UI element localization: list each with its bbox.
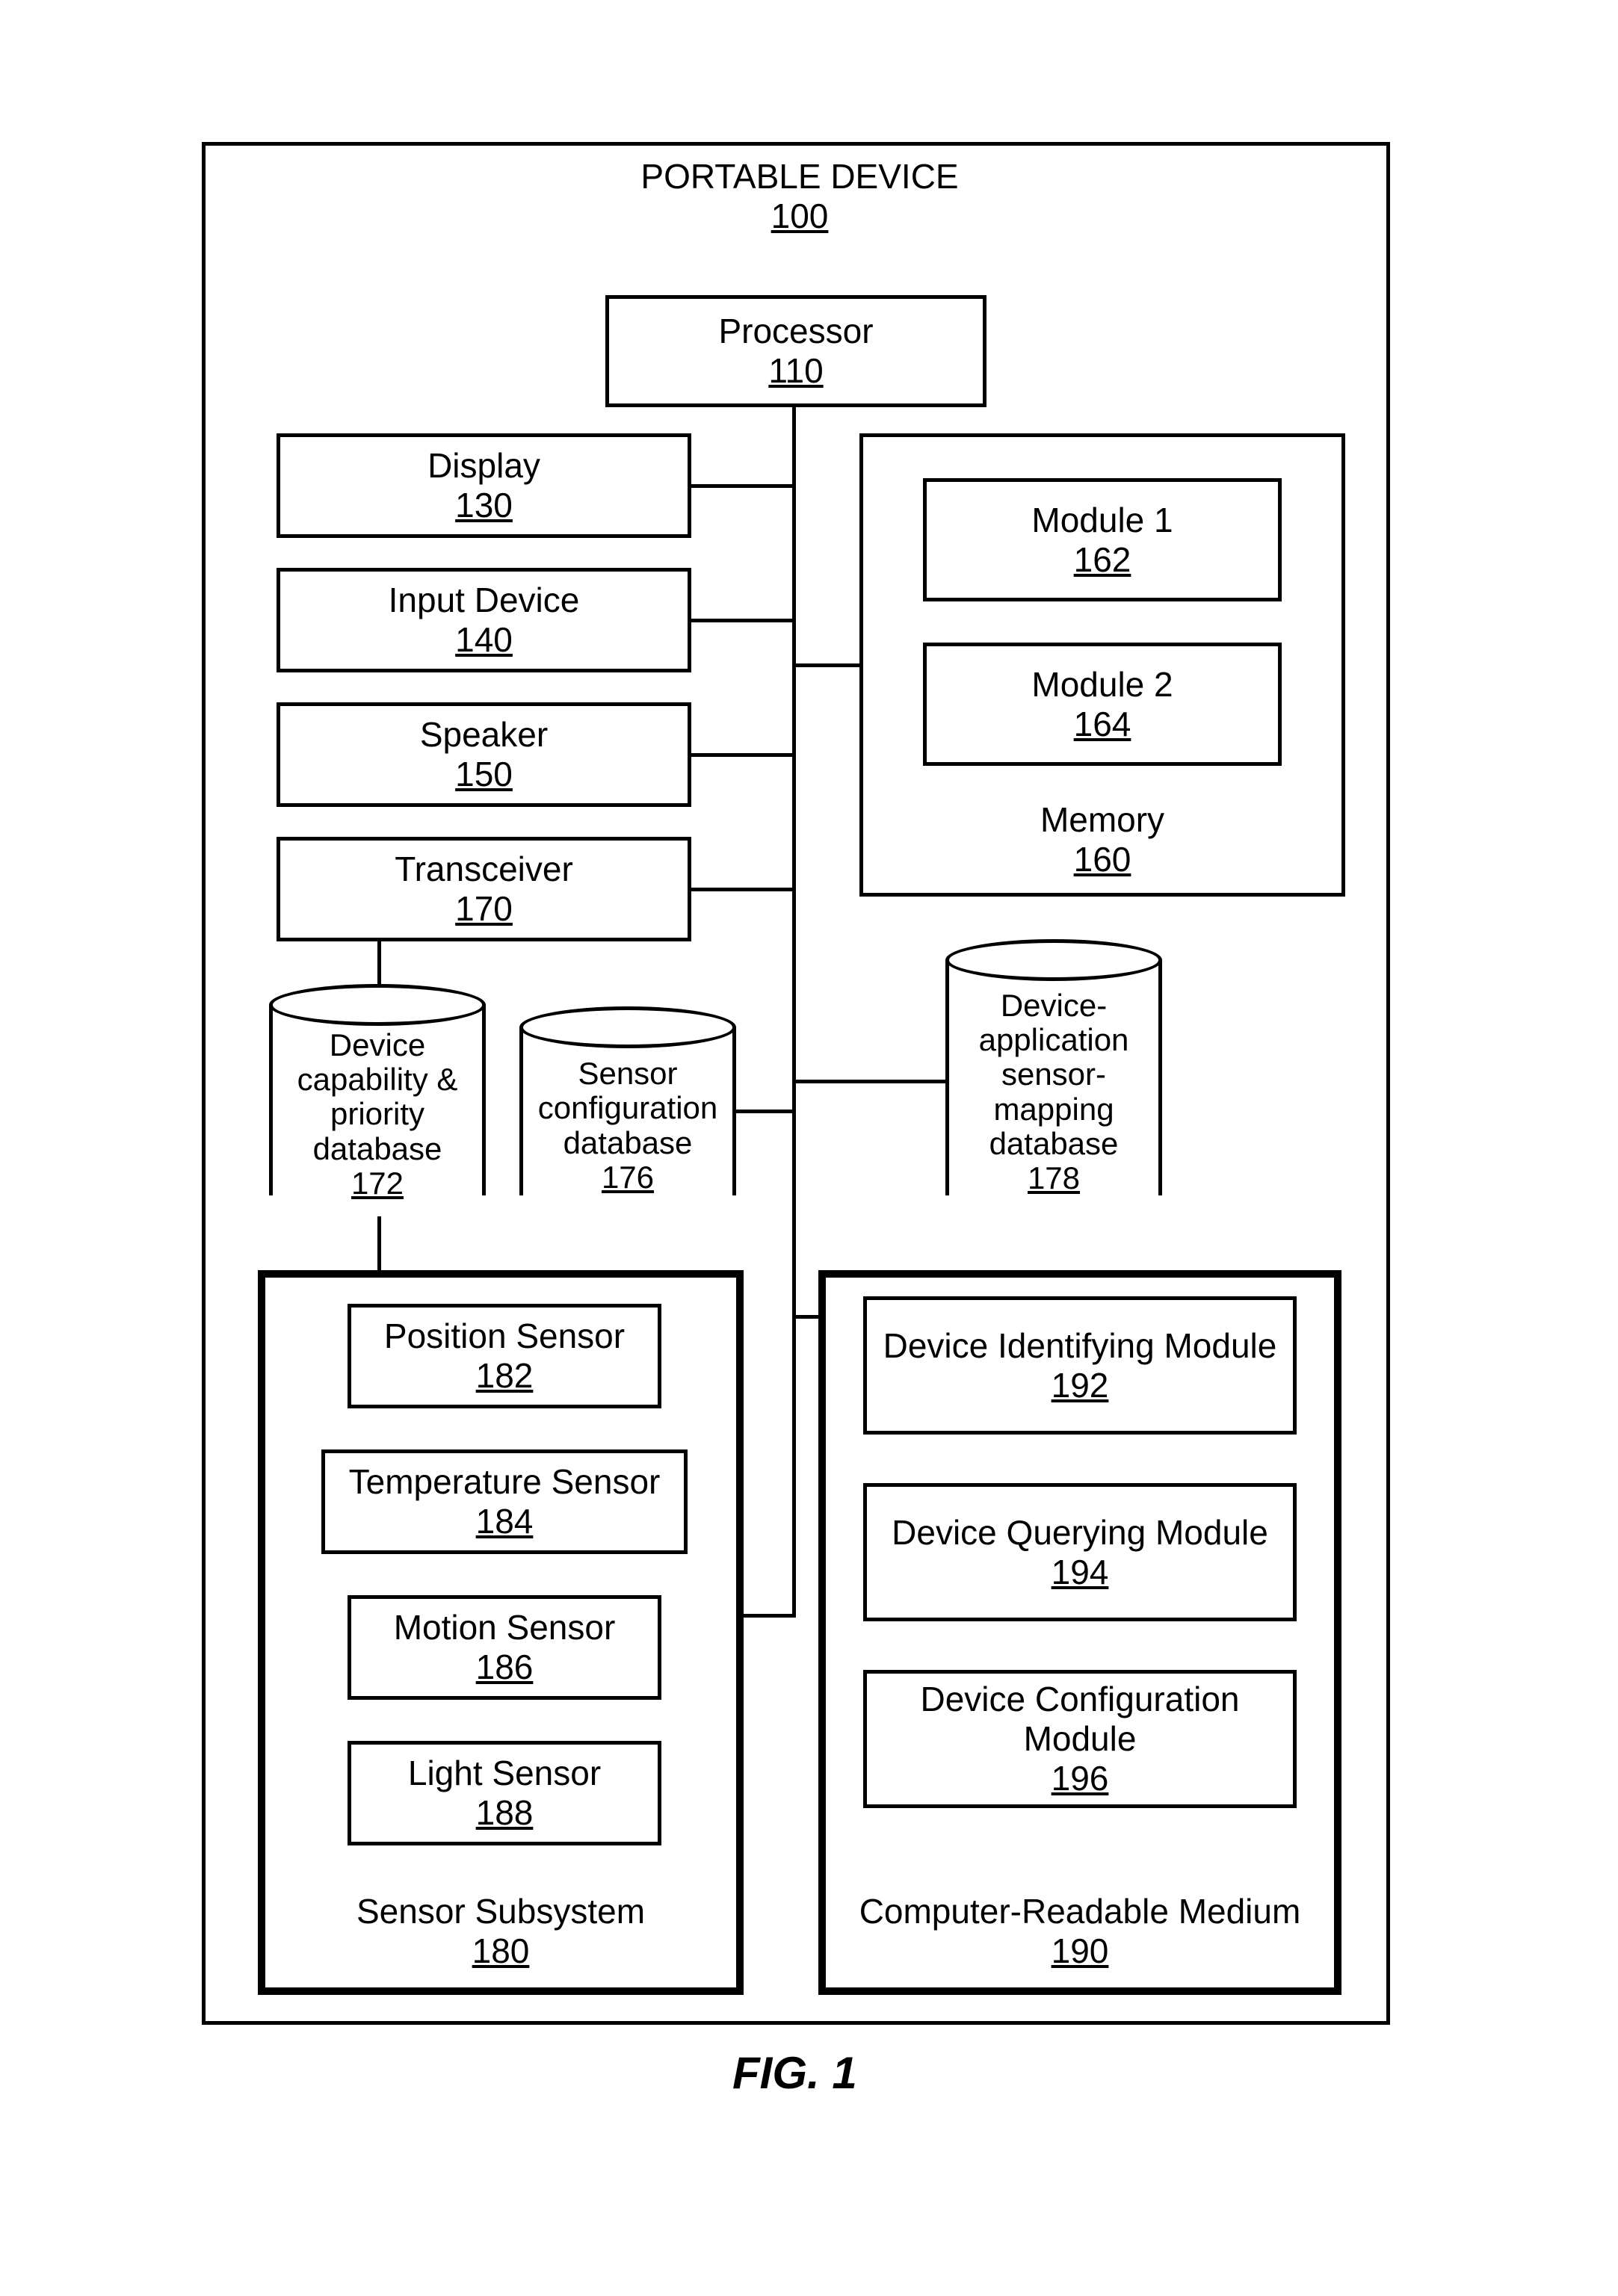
temp-title: Temperature Sensor <box>349 1462 661 1502</box>
db-mapping: Device- application sensor- mapping data… <box>945 960 1162 1195</box>
device-configuration-module-box: Device Configuration Module 196 <box>863 1670 1297 1808</box>
sensorsub-title: Sensor Subsystem <box>356 1892 645 1931</box>
memory-num: 160 <box>1074 840 1131 879</box>
container-num: 100 <box>771 197 829 235</box>
db-map-l1: Device- <box>1001 988 1107 1023</box>
devc-title: Device Configuration Module <box>882 1680 1278 1759</box>
display-num: 130 <box>455 486 513 525</box>
conn-display <box>691 484 796 488</box>
module2-title: Module 2 <box>1031 665 1173 705</box>
display-title: Display <box>427 446 540 486</box>
db-cap-l3: priority <box>330 1097 424 1131</box>
conn-db-scfg <box>736 1110 796 1113</box>
speaker-title: Speaker <box>420 715 548 755</box>
device-identifying-module-box: Device Identifying Module 192 <box>863 1296 1297 1435</box>
position-sensor-box: Position Sensor 182 <box>348 1304 661 1408</box>
module1-num: 162 <box>1074 540 1131 580</box>
input-title: Input Device <box>389 581 580 620</box>
transceiver-title: Transceiver <box>395 850 573 889</box>
processor-title: Processor <box>718 312 873 351</box>
portable-device-title: PORTABLE DEVICE 100 <box>613 157 986 236</box>
conn-input <box>691 619 796 622</box>
bus-vertical <box>792 407 796 1618</box>
transceiver-num: 170 <box>455 889 513 929</box>
db-cap-l2: capability & <box>297 1062 458 1097</box>
processor-num: 110 <box>768 351 823 391</box>
memory-title: Memory <box>1040 800 1164 840</box>
devid-num: 192 <box>1052 1366 1109 1405</box>
db-scfg-num: 176 <box>602 1160 654 1195</box>
db-sensorcfg: Sensor configuration database 176 <box>519 1027 736 1195</box>
db-map-l2: application <box>979 1023 1129 1057</box>
motion-title: Motion Sensor <box>394 1608 616 1647</box>
speaker-num: 150 <box>455 755 513 794</box>
temperature-sensor-box: Temperature Sensor 184 <box>321 1449 688 1554</box>
db-map-l3: sensor- <box>1001 1057 1106 1092</box>
conn-speaker <box>691 753 796 757</box>
conn-crm <box>792 1315 822 1319</box>
devc-num: 196 <box>1052 1759 1109 1798</box>
devq-num: 194 <box>1052 1553 1109 1592</box>
light-sensor-box: Light Sensor 188 <box>348 1741 661 1845</box>
pos-num: 182 <box>476 1356 534 1396</box>
module1-box: Module 1 162 <box>923 478 1282 601</box>
module2-num: 164 <box>1074 705 1131 744</box>
conn-memory <box>792 663 863 667</box>
display-box: Display 130 <box>277 433 691 538</box>
pos-title: Position Sensor <box>384 1316 625 1356</box>
db-scfg-l2: configuration <box>538 1091 718 1125</box>
conn-transceiver <box>691 888 796 891</box>
input-device-box: Input Device 140 <box>277 568 691 672</box>
db-cap-num: 172 <box>351 1166 404 1201</box>
conn-sensorsub <box>744 1614 796 1618</box>
container-title-text: PORTABLE DEVICE <box>640 157 958 196</box>
sensorsub-num: 180 <box>472 1931 530 1971</box>
motion-sensor-box: Motion Sensor 186 <box>348 1595 661 1700</box>
speaker-box: Speaker 150 <box>277 702 691 807</box>
crm-num: 190 <box>1052 1931 1109 1971</box>
devid-title: Device Identifying Module <box>883 1326 1277 1366</box>
db-map-num: 178 <box>1028 1161 1080 1195</box>
devq-title: Device Querying Module <box>892 1513 1268 1553</box>
device-querying-module-box: Device Querying Module 194 <box>863 1483 1297 1621</box>
db-map-l4: mapping <box>993 1092 1114 1127</box>
light-num: 188 <box>476 1793 534 1833</box>
conn-db-map <box>792 1080 949 1083</box>
input-num: 140 <box>455 620 513 660</box>
light-title: Light Sensor <box>408 1754 601 1793</box>
temp-num: 184 <box>476 1502 534 1541</box>
conn-cap-to-sensorsub <box>377 1216 381 1274</box>
db-cap-l1: Device <box>330 1028 425 1062</box>
module2-box: Module 2 164 <box>923 643 1282 766</box>
figure-caption: FIG. 1 <box>732 2047 857 2099</box>
db-map-l5: database <box>989 1127 1119 1161</box>
db-capability: Device capability & priority database 17… <box>269 1005 486 1195</box>
figure-caption-text: FIG. 1 <box>732 2048 857 2098</box>
transceiver-box: Transceiver 170 <box>277 837 691 941</box>
conn-db-cap-v <box>377 941 381 988</box>
processor-box: Processor 110 <box>605 295 986 407</box>
page: PORTABLE DEVICE 100 Processor 110 Displa… <box>0 0 1618 2296</box>
db-scfg-l1: Sensor <box>578 1056 677 1091</box>
db-scfg-l3: database <box>563 1126 693 1160</box>
db-cap-l4: database <box>313 1132 442 1166</box>
motion-num: 186 <box>476 1647 534 1687</box>
crm-title: Computer-Readable Medium <box>859 1892 1301 1931</box>
module1-title: Module 1 <box>1031 501 1173 540</box>
